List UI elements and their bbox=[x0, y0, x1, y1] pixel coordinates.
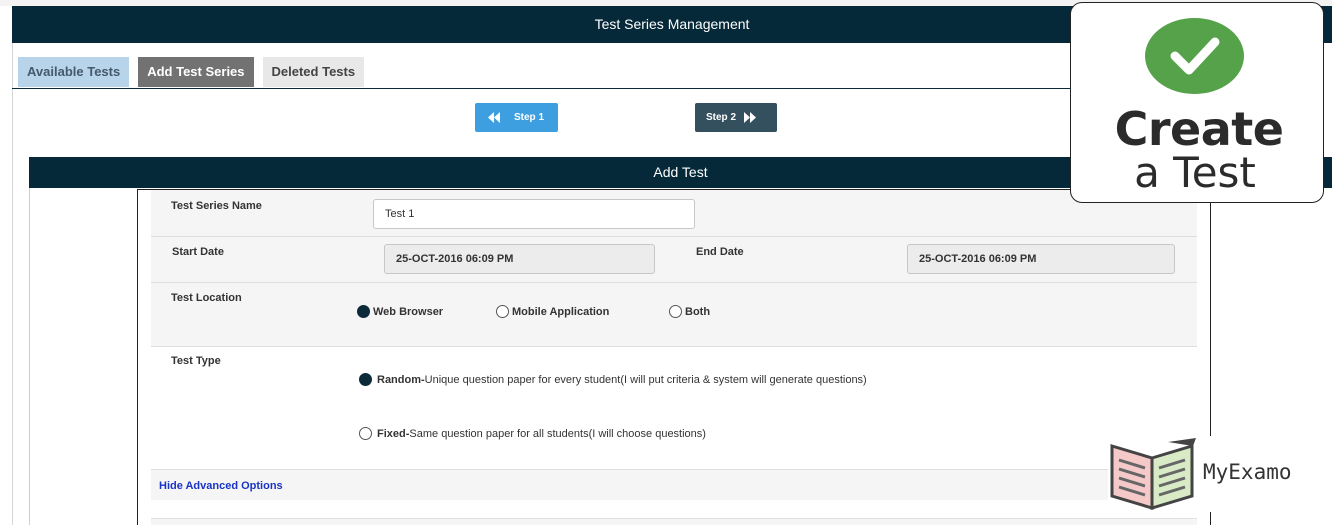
radio-unchecked-icon bbox=[669, 305, 682, 318]
radio-checked-icon bbox=[357, 305, 370, 318]
radio-unchecked-icon bbox=[496, 305, 509, 318]
type-random-label: Random- bbox=[377, 373, 425, 386]
step-2-button[interactable]: Step 2 bbox=[695, 103, 777, 132]
type-fixed-radio[interactable]: Fixed- Same question paper for all stude… bbox=[359, 427, 706, 440]
checkmark-icon bbox=[1145, 18, 1244, 94]
logo-a-test-text: a Test bbox=[1134, 148, 1256, 197]
next-row bbox=[151, 518, 1197, 525]
test-type-row: Test Type Random- Unique question paper … bbox=[151, 347, 1197, 470]
end-date-field[interactable]: 25-OCT-2016 06:09 PM bbox=[907, 244, 1175, 274]
radio-checked-icon bbox=[359, 373, 372, 386]
location-both-radio[interactable]: Both bbox=[669, 305, 710, 318]
start-date-label: Start Date bbox=[172, 246, 224, 258]
start-date-field[interactable]: 25-OCT-2016 06:09 PM bbox=[384, 244, 655, 274]
double-chevron-right-icon bbox=[743, 112, 757, 123]
panel-border bbox=[29, 188, 30, 525]
step-1-button[interactable]: Step 1 bbox=[475, 103, 558, 132]
hide-advanced-options-link[interactable]: Hide Advanced Options bbox=[159, 480, 283, 492]
tab-bar: Available Tests Add Test Series Deleted … bbox=[18, 57, 365, 87]
tab-add-test-series[interactable]: Add Test Series bbox=[138, 57, 254, 87]
location-both-label: Both bbox=[685, 305, 711, 318]
tabs-divider bbox=[12, 88, 1072, 89]
double-chevron-left-icon bbox=[487, 112, 501, 123]
series-name-row: Test Series Name bbox=[151, 190, 1197, 237]
location-mobile-app-label: Mobile Application bbox=[512, 305, 610, 318]
location-row: Test Location Web Browser Mobile Applica… bbox=[151, 283, 1197, 347]
myexamo-brand: MyExamo bbox=[1108, 436, 1322, 512]
tab-deleted-tests[interactable]: Deleted Tests bbox=[262, 57, 365, 87]
location-web-browser-label: Web Browser bbox=[373, 305, 444, 318]
radio-unchecked-icon bbox=[359, 427, 372, 440]
type-fixed-label: Fixed- bbox=[377, 427, 410, 440]
location-mobile-app-radio[interactable]: Mobile Application bbox=[496, 305, 609, 318]
series-name-label: Test Series Name bbox=[171, 200, 262, 212]
type-fixed-description: Same question paper for all students(I w… bbox=[409, 427, 706, 440]
date-row: Start Date 25-OCT-2016 06:09 PM End Date… bbox=[151, 237, 1197, 283]
type-random-description: Unique question paper for every student(… bbox=[424, 373, 867, 386]
test-type-label: Test Type bbox=[171, 355, 221, 367]
step-1-label: Step 1 bbox=[514, 112, 545, 123]
step-2-label: Step 2 bbox=[706, 112, 737, 123]
end-date-label: End Date bbox=[696, 246, 744, 258]
myexamo-brand-text: MyExamo bbox=[1203, 460, 1292, 484]
advanced-options-row: Hide Advanced Options bbox=[151, 470, 1197, 500]
type-random-radio[interactable]: Random- Unique question paper for every … bbox=[359, 373, 867, 386]
page-root: Test Series Management Available Tests A… bbox=[0, 0, 1332, 525]
location-web-browser-radio[interactable]: Web Browser bbox=[357, 305, 443, 318]
series-name-input[interactable] bbox=[373, 199, 695, 229]
add-test-form: Test Series Name Start Date 25-OCT-2016 … bbox=[137, 189, 1211, 525]
location-label: Test Location bbox=[171, 292, 242, 304]
tab-available-tests[interactable]: Available Tests bbox=[18, 57, 130, 87]
create-a-test-logo: Create a Test bbox=[1070, 2, 1324, 203]
